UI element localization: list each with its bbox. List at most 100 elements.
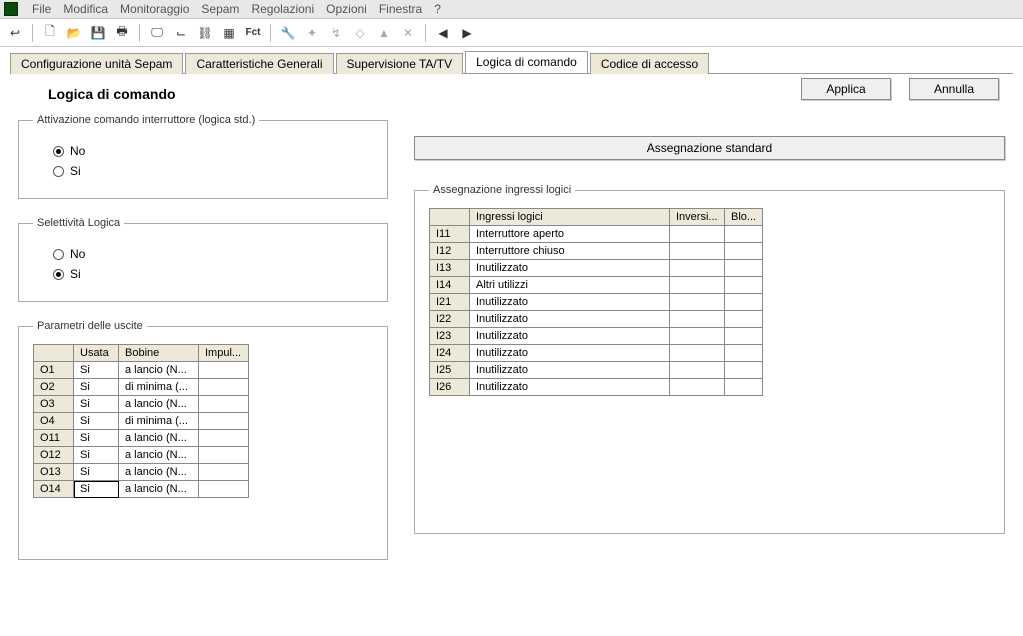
menu-sepam[interactable]: Sepam	[201, 2, 239, 16]
cell-inversi[interactable]	[670, 311, 725, 328]
cell-bobine[interactable]: di minima (...	[119, 379, 199, 396]
cell-impul[interactable]	[199, 481, 249, 498]
cell-usata[interactable]: Si	[74, 396, 119, 413]
fct-icon[interactable]: Fct	[244, 24, 262, 42]
col-usata[interactable]: Usata	[74, 345, 119, 362]
cell-ingresso[interactable]: Inutilizzato	[470, 362, 670, 379]
menu-help[interactable]: ?	[434, 2, 441, 16]
table-row[interactable]: O3Sia lancio (N...	[34, 396, 249, 413]
col-bobine[interactable]: Bobine	[119, 345, 199, 362]
tab-config-sepam[interactable]: Configurazione unità Sepam	[10, 53, 183, 74]
table-row[interactable]: I21Inutilizzato	[430, 294, 763, 311]
cell-impul[interactable]	[199, 396, 249, 413]
menu-modifica[interactable]: Modifica	[63, 2, 108, 16]
cell-ingresso[interactable]: Inutilizzato	[470, 345, 670, 362]
menu-file[interactable]: File	[32, 2, 51, 16]
cell-blo[interactable]	[725, 379, 763, 396]
cell-blo[interactable]	[725, 243, 763, 260]
cell-inversi[interactable]	[670, 362, 725, 379]
cell-bobine[interactable]: a lancio (N...	[119, 362, 199, 379]
table-row[interactable]: I22Inutilizzato	[430, 311, 763, 328]
cell-ingresso[interactable]: Inutilizzato	[470, 379, 670, 396]
tab-codice-accesso[interactable]: Codice di accesso	[590, 53, 709, 74]
cell-blo[interactable]	[725, 260, 763, 277]
menu-finestra[interactable]: Finestra	[379, 2, 422, 16]
cell-blo[interactable]	[725, 362, 763, 379]
table-row[interactable]: I11Interruttore aperto	[430, 226, 763, 243]
cell-ingresso[interactable]: Inutilizzato	[470, 328, 670, 345]
arrow-right-icon[interactable]: ▶	[458, 24, 476, 42]
cell-usata[interactable]: Si	[74, 362, 119, 379]
cell-impul[interactable]	[199, 464, 249, 481]
cell-bobine[interactable]: a lancio (N...	[119, 464, 199, 481]
table-row[interactable]: O11Sia lancio (N...	[34, 430, 249, 447]
table-row[interactable]: O2Sidi minima (...	[34, 379, 249, 396]
table-row[interactable]: I13Inutilizzato	[430, 260, 763, 277]
cell-impul[interactable]	[199, 379, 249, 396]
cell-blo[interactable]	[725, 226, 763, 243]
cell-blo[interactable]	[725, 345, 763, 362]
cell-ingresso[interactable]: Inutilizzato	[470, 294, 670, 311]
cell-ingresso[interactable]: Inutilizzato	[470, 260, 670, 277]
table-row[interactable]: I26Inutilizzato	[430, 379, 763, 396]
undo-icon[interactable]: ↩	[6, 24, 24, 42]
print-icon[interactable]: 🖶	[113, 24, 131, 42]
col-ingressi[interactable]: Ingressi logici	[470, 209, 670, 226]
monitor-icon[interactable]: 🖵	[148, 24, 166, 42]
table-row[interactable]: I24Inutilizzato	[430, 345, 763, 362]
table-row[interactable]: I23Inutilizzato	[430, 328, 763, 345]
cell-usata[interactable]: Si	[74, 481, 119, 498]
outputs-table[interactable]: Usata Bobine Impul... O1Sia lancio (N...…	[33, 344, 249, 498]
cell-ingresso[interactable]: Interruttore chiuso	[470, 243, 670, 260]
cell-blo[interactable]	[725, 277, 763, 294]
cell-inversi[interactable]	[670, 260, 725, 277]
inputs-table[interactable]: Ingressi logici Inversi... Blo... I11Int…	[429, 208, 763, 396]
table-row[interactable]: O14Sia lancio (N...	[34, 481, 249, 498]
tab-supervisione[interactable]: Supervisione TA/TV	[336, 53, 464, 74]
grid-icon[interactable]: ▦	[220, 24, 238, 42]
cell-ingresso[interactable]: Altri utilizzi	[470, 277, 670, 294]
cell-ingresso[interactable]: Interruttore aperto	[470, 226, 670, 243]
cell-usata[interactable]: Si	[74, 430, 119, 447]
arrow-left-icon[interactable]: ◀	[434, 24, 452, 42]
save-icon[interactable]: 💾	[89, 24, 107, 42]
cell-impul[interactable]	[199, 430, 249, 447]
col-inversi[interactable]: Inversi...	[670, 209, 725, 226]
col-impul[interactable]: Impul...	[199, 345, 249, 362]
table-row[interactable]: I14Altri utilizzi	[430, 277, 763, 294]
table-row[interactable]: O1Sia lancio (N...	[34, 362, 249, 379]
cell-usata[interactable]: Si	[74, 447, 119, 464]
cell-usata[interactable]: Si	[74, 379, 119, 396]
cell-bobine[interactable]: a lancio (N...	[119, 481, 199, 498]
tab-caratteristiche[interactable]: Caratteristiche Generali	[185, 53, 333, 74]
assign-standard-button[interactable]: Assegnazione standard	[414, 136, 1005, 160]
cell-inversi[interactable]	[670, 294, 725, 311]
radio-activation-no[interactable]: No	[53, 144, 373, 158]
table-row[interactable]: O13Sia lancio (N...	[34, 464, 249, 481]
table-row[interactable]: O12Sia lancio (N...	[34, 447, 249, 464]
radio-activation-si[interactable]: Si	[53, 164, 373, 178]
cell-ingresso[interactable]: Inutilizzato	[470, 311, 670, 328]
cell-usata[interactable]: Si	[74, 413, 119, 430]
cell-bobine[interactable]: a lancio (N...	[119, 447, 199, 464]
cell-bobine[interactable]: di minima (...	[119, 413, 199, 430]
cell-inversi[interactable]	[670, 345, 725, 362]
apply-button[interactable]: Applica	[801, 78, 891, 100]
menu-opzioni[interactable]: Opzioni	[326, 2, 367, 16]
tab-logica-comando[interactable]: Logica di comando	[465, 51, 588, 73]
col-blo[interactable]: Blo...	[725, 209, 763, 226]
cell-bobine[interactable]: a lancio (N...	[119, 396, 199, 413]
radio-selectivity-si[interactable]: Si	[53, 267, 373, 281]
open-icon[interactable]: 📂	[65, 24, 83, 42]
cell-blo[interactable]	[725, 311, 763, 328]
cell-impul[interactable]	[199, 447, 249, 464]
cell-blo[interactable]	[725, 328, 763, 345]
chart-icon[interactable]: ⌙	[172, 24, 190, 42]
cancel-button[interactable]: Annulla	[909, 78, 999, 100]
menu-monitoraggio[interactable]: Monitoraggio	[120, 2, 189, 16]
table-row[interactable]: O4Sidi minima (...	[34, 413, 249, 430]
new-icon[interactable]: 🗋	[41, 24, 59, 42]
cell-impul[interactable]	[199, 362, 249, 379]
table-row[interactable]: I12Interruttore chiuso	[430, 243, 763, 260]
table-row[interactable]: I25Inutilizzato	[430, 362, 763, 379]
